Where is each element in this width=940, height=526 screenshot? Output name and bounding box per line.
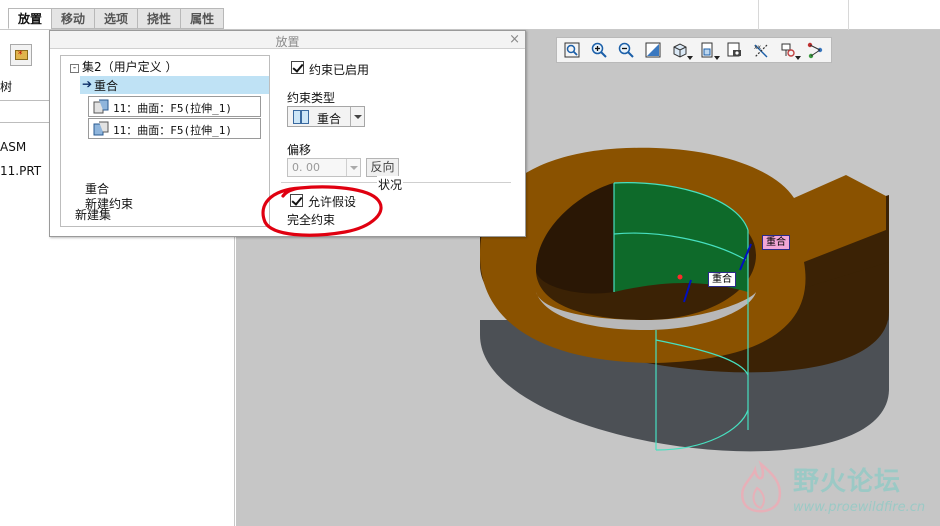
allow-assumptions-checkbox[interactable] bbox=[290, 194, 303, 207]
surface-reference-icon bbox=[93, 121, 109, 136]
view-orientation-button[interactable] bbox=[695, 39, 720, 61]
set-title: 集2（用户定义 ） bbox=[82, 60, 178, 74]
surface-reference-icon bbox=[93, 99, 109, 114]
saved-views-button[interactable] bbox=[722, 39, 745, 61]
offset-label: 偏移 bbox=[287, 143, 312, 157]
constraint-set-list: - 集2（用户定义 ） ➔ 重合 11：曲面：F5(拉伸_1) 11：曲面：F5(… bbox=[60, 55, 270, 227]
chevron-down-icon bbox=[714, 56, 720, 60]
tabbar-divider bbox=[848, 0, 849, 30]
collapse-icon[interactable]: - bbox=[70, 64, 79, 73]
constraint-type-select[interactable]: 重合 bbox=[287, 106, 365, 127]
svg-text:xx: xx bbox=[754, 44, 762, 51]
tree-item-part[interactable]: 11.PRT bbox=[0, 164, 41, 178]
refit-button[interactable] bbox=[560, 39, 583, 61]
annotation-display-button[interactable] bbox=[803, 39, 826, 61]
status-value: 完全约束 bbox=[287, 213, 336, 227]
dialog-titlebar[interactable]: 放置 × bbox=[50, 31, 525, 49]
dialog-title: 放置 bbox=[275, 35, 300, 49]
chevron-down-icon[interactable] bbox=[350, 107, 364, 126]
constraint-tag[interactable]: 重合 bbox=[708, 272, 736, 287]
constraint-type-value: 重合 bbox=[317, 112, 342, 126]
flame-logo-icon bbox=[740, 460, 782, 513]
constraint-type-label: 约束类型 bbox=[287, 91, 336, 105]
watermark-title: 野火论坛 bbox=[793, 467, 902, 497]
constraint-item-label: 重合 bbox=[94, 79, 119, 93]
offset-value: 0. 00 bbox=[292, 161, 320, 174]
zoom-out-button[interactable] bbox=[614, 39, 637, 61]
tabbar-divider bbox=[758, 0, 759, 30]
star-icon: * bbox=[18, 50, 23, 60]
status-group-label: 状况 bbox=[377, 176, 404, 193]
datum-display-icon: xx bbox=[754, 44, 767, 58]
arrow-right-icon: ➔ bbox=[82, 77, 93, 91]
zoom-in-button[interactable] bbox=[587, 39, 610, 61]
constraint-item-selected[interactable]: ➔ 重合 bbox=[80, 76, 269, 94]
repaint-button[interactable] bbox=[641, 39, 664, 61]
spin-center-button[interactable] bbox=[776, 39, 801, 61]
new-set-link[interactable]: 新建集 bbox=[75, 206, 111, 223]
dashboard-tabs: 放置 移动 选项 挠性 属性 bbox=[8, 8, 225, 29]
view-orientation-icon bbox=[701, 42, 712, 58]
chevron-down-icon bbox=[687, 56, 693, 60]
constraint-enabled-label: 约束已启用 bbox=[309, 63, 370, 77]
flip-button[interactable]: 反向 bbox=[366, 158, 399, 177]
allow-assumptions-label: 允许假设 bbox=[308, 195, 357, 209]
tab-placement[interactable]: 放置 bbox=[8, 8, 52, 29]
graphics-toolbar: xx bbox=[556, 37, 832, 63]
forum-watermark: 野火论坛 www.proewildfire.cn bbox=[729, 458, 937, 522]
constraint-marker-dot bbox=[677, 274, 683, 280]
zoom-out-icon bbox=[618, 42, 634, 58]
reference-collector-1[interactable]: 11：曲面：F5(拉伸_1) bbox=[88, 96, 261, 117]
refit-icon bbox=[564, 42, 579, 58]
constraint-enabled-checkbox[interactable] bbox=[291, 61, 304, 74]
placement-dialog: 放置 × - 集2（用户定义 ） ➔ 重合 11：曲面：F5(拉伸_1) 11：曲… bbox=[49, 30, 526, 237]
spin-center-icon bbox=[781, 43, 795, 57]
constraint-tag[interactable]: 重合 bbox=[762, 235, 790, 250]
watermark-url: www.proewildfire.cn bbox=[793, 500, 926, 515]
close-icon[interactable]: × bbox=[509, 32, 520, 47]
tree-item-asm[interactable]: ASM bbox=[0, 140, 26, 154]
model-tree-label: 树 bbox=[0, 80, 13, 94]
reference-label: 11：曲面：F5(拉伸_1) bbox=[113, 124, 232, 137]
display-style-button[interactable] bbox=[668, 39, 693, 61]
coincident-icon bbox=[293, 110, 309, 124]
saved-views-icon bbox=[727, 42, 741, 57]
reference-collector-2[interactable]: 11：曲面：F5(拉伸_1) bbox=[88, 118, 261, 139]
datum-display-button[interactable]: xx bbox=[749, 39, 772, 61]
tab-properties[interactable]: 属性 bbox=[180, 8, 225, 29]
dashboard-tab-bar: 放置 移动 选项 挠性 属性 bbox=[0, 0, 940, 30]
chevron-down-icon[interactable] bbox=[346, 159, 360, 176]
repaint-icon bbox=[645, 42, 660, 58]
zoom-in-icon bbox=[591, 42, 607, 58]
annotation-display-icon bbox=[807, 42, 822, 59]
tab-flexibility[interactable]: 挠性 bbox=[137, 8, 181, 29]
tab-move[interactable]: 移动 bbox=[51, 8, 95, 29]
set-header[interactable]: - 集2（用户定义 ） bbox=[70, 58, 177, 75]
chevron-down-icon bbox=[795, 56, 801, 60]
reference-label: 11：曲面：F5(拉伸_1) bbox=[113, 102, 232, 115]
tab-options[interactable]: 选项 bbox=[94, 8, 138, 29]
tree-settings-button[interactable]: * bbox=[10, 44, 32, 66]
offset-input[interactable]: 0. 00 bbox=[287, 158, 361, 177]
display-style-icon bbox=[673, 43, 686, 58]
